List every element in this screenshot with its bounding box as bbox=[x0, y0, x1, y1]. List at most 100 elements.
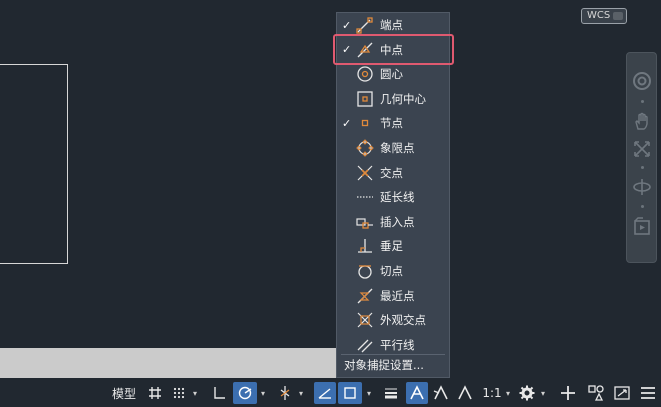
plus-icon bbox=[561, 386, 575, 400]
grid-display-button[interactable] bbox=[145, 382, 165, 404]
annotation-icon bbox=[458, 385, 472, 400]
status-bar: 模型 ▾ ▾ ▾ ▾ 1:1 ▾ ▾ bbox=[0, 378, 661, 407]
annotation-scale-button[interactable] bbox=[455, 382, 475, 404]
nav-separator bbox=[641, 205, 644, 208]
snap-item-quadrant[interactable]: 象限点 bbox=[337, 136, 449, 160]
snap-item-tangent[interactable]: 切点 bbox=[337, 259, 449, 283]
snap-item-label: 圆心 bbox=[380, 67, 403, 82]
object-snap-tracking-button[interactable] bbox=[314, 382, 336, 404]
isometric-drafting-button[interactable] bbox=[275, 382, 295, 404]
model-space-button[interactable]: 模型 bbox=[108, 382, 140, 404]
annotation-monitor-button[interactable] bbox=[557, 382, 579, 404]
fullscreen-button[interactable] bbox=[611, 382, 633, 404]
snap-item-parallel[interactable]: 平行线 bbox=[337, 333, 449, 357]
hamburger-menu-icon bbox=[641, 387, 655, 399]
snap-item-intersection[interactable]: 交点 bbox=[337, 161, 449, 185]
steering-wheel-icon[interactable] bbox=[632, 71, 652, 91]
object-snap-menu: 对象捕捉设置... ✓ 端点 ✓ 中点 圆心 几何中心 ✓ 节点 象限点 交点 延长线 插入点 垂足 切点… bbox=[336, 12, 450, 378]
midpoint-highlight-box bbox=[333, 34, 454, 65]
workspace-switch-button[interactable] bbox=[516, 382, 538, 404]
snap-item-label: 交点 bbox=[380, 165, 403, 180]
snap-item-label: 象限点 bbox=[380, 141, 415, 155]
snap-item-geometric-center[interactable]: 几何中心 bbox=[337, 87, 449, 111]
annotation-visibility-button[interactable] bbox=[406, 382, 428, 404]
isolate-objects-icon bbox=[588, 385, 604, 401]
node-icon bbox=[361, 120, 369, 127]
quadrant-icon bbox=[356, 139, 374, 157]
insertion-icon bbox=[356, 218, 373, 229]
annotation-scale-icon bbox=[410, 385, 424, 400]
orbit-icon[interactable] bbox=[632, 177, 652, 197]
parallel-icon bbox=[357, 339, 373, 353]
check-icon: ✓ bbox=[342, 18, 352, 32]
lineweight-icon bbox=[385, 388, 397, 399]
model-label: 模型 bbox=[111, 386, 136, 401]
snap-item-label: 切点 bbox=[380, 264, 403, 278]
object-snap-icon bbox=[344, 387, 356, 399]
polar-tracking-dropdown[interactable]: ▾ bbox=[258, 382, 268, 404]
navigation-bar bbox=[626, 52, 657, 263]
ortho-icon bbox=[214, 387, 225, 399]
scale-dropdown[interactable]: 1:1 bbox=[480, 382, 504, 404]
isodraft-icon bbox=[280, 386, 290, 400]
snap-mode-dropdown[interactable]: ▾ bbox=[190, 382, 200, 404]
snap-tracking-icon bbox=[318, 388, 331, 399]
object-snap-dropdown[interactable]: ▾ bbox=[364, 382, 374, 404]
rectangle-entity[interactable] bbox=[0, 64, 68, 264]
object-snap-button[interactable] bbox=[338, 382, 362, 404]
snap-item-label: 外观交点 bbox=[380, 313, 426, 328]
snap-item-nearest[interactable]: 最近点 bbox=[337, 284, 449, 308]
fullscreen-icon bbox=[614, 386, 630, 400]
nav-separator bbox=[641, 166, 644, 169]
snap-item-label: 插入点 bbox=[380, 214, 415, 229]
endpoint-icon bbox=[356, 17, 373, 34]
wcs-label: WCS bbox=[587, 10, 611, 21]
snap-item-node[interactable]: ✓ 节点 bbox=[337, 111, 449, 135]
geometric-center-icon bbox=[357, 91, 373, 107]
perpendicular-icon bbox=[358, 239, 372, 254]
snap-item-label: 最近点 bbox=[380, 288, 415, 303]
snap-item-perpendicular[interactable]: 垂足 bbox=[337, 234, 449, 258]
grid-icon bbox=[149, 387, 161, 399]
wcs-dropdown-icon bbox=[613, 12, 623, 20]
nearest-icon bbox=[357, 288, 373, 304]
polar-tracking-button[interactable] bbox=[233, 382, 257, 404]
drawing-canvas[interactable] bbox=[0, 0, 661, 352]
isodraft-dropdown[interactable]: ▾ bbox=[296, 382, 306, 404]
pan-icon[interactable] bbox=[632, 111, 652, 131]
snap-item-center[interactable]: 圆心 bbox=[337, 62, 449, 86]
apparent-intersection-icon bbox=[357, 312, 373, 328]
isolate-objects-button[interactable] bbox=[585, 382, 607, 404]
snap-item-insertion[interactable]: 插入点 bbox=[337, 210, 449, 234]
wcs-button[interactable]: WCS bbox=[581, 8, 627, 24]
layout-tab-strip bbox=[0, 348, 336, 378]
tangent-icon bbox=[358, 265, 372, 279]
scale-value: 1:1 bbox=[482, 386, 502, 400]
extension-icon bbox=[357, 196, 373, 198]
snap-mode-button[interactable] bbox=[168, 382, 190, 404]
polar-tracking-icon bbox=[238, 386, 252, 400]
showmotion-icon[interactable] bbox=[632, 217, 652, 237]
snap-item-label: 垂足 bbox=[380, 239, 403, 254]
ortho-mode-button[interactable] bbox=[208, 382, 230, 404]
snap-item-label: 延长线 bbox=[380, 190, 415, 205]
snap-grid-icon bbox=[173, 387, 185, 399]
intersection-icon bbox=[357, 165, 373, 181]
snap-item-extension[interactable]: 延长线 bbox=[337, 185, 449, 209]
snap-item-label: 平行线 bbox=[380, 337, 415, 352]
gear-icon bbox=[519, 385, 535, 401]
scale-dropdown-caret[interactable]: ▾ bbox=[503, 382, 513, 404]
snap-item-label: 端点 bbox=[380, 18, 403, 32]
snap-item-label: 节点 bbox=[380, 116, 403, 131]
snap-item-apparent-intersection[interactable]: 外观交点 bbox=[337, 308, 449, 332]
nav-separator bbox=[641, 100, 644, 103]
customization-menu-button[interactable] bbox=[637, 382, 659, 404]
auto-scale-icon bbox=[433, 385, 448, 400]
object-snap-settings-item[interactable]: 对象捕捉设置... bbox=[344, 357, 424, 373]
check-icon: ✓ bbox=[342, 116, 352, 130]
lineweight-button[interactable] bbox=[380, 382, 402, 404]
workspace-dropdown[interactable]: ▾ bbox=[538, 382, 548, 404]
auto-scale-button[interactable] bbox=[431, 382, 451, 404]
snap-item-label: 几何中心 bbox=[380, 91, 426, 106]
zoom-extents-icon[interactable] bbox=[632, 139, 652, 159]
